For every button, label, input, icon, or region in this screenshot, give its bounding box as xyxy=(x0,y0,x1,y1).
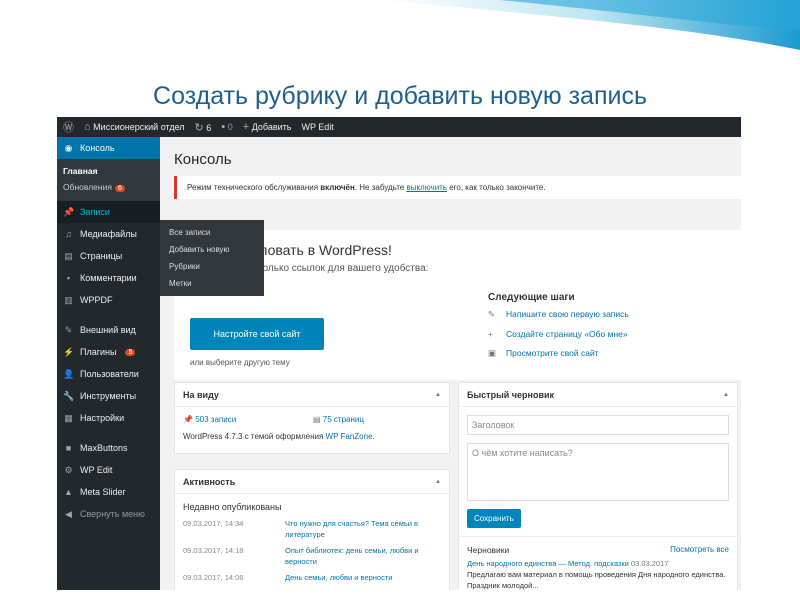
wrench-icon: 🔧 xyxy=(63,390,75,401)
submenu-add-new[interactable]: Добавить новую xyxy=(160,241,264,258)
user-icon: 👤 xyxy=(63,368,75,379)
comment-icon: ▪ xyxy=(221,121,226,133)
settings-icon: ▦ xyxy=(64,412,73,423)
sidebar-item-maxbuttons[interactable]: ■ MaxButtons xyxy=(57,437,160,459)
maxbuttons-icon: ■ xyxy=(65,443,72,453)
wordpress-screenshot: Ⓦ ⌂ Миссионерский отдел ↻ 6 ▪ 0 + Добави… xyxy=(57,117,741,590)
slider-icon: ▲ xyxy=(64,487,73,497)
pages-icon: ▤ xyxy=(64,250,73,261)
recently-published: Недавно опубликованы xyxy=(183,502,282,512)
widget-title: На виду xyxy=(183,389,219,400)
sidebar-item-appearance[interactable]: ✎ Внешний вид xyxy=(57,319,160,341)
gear-icon: ⚙ xyxy=(64,464,73,475)
brush-icon: ✎ xyxy=(64,324,73,335)
plugins-badge: 5 xyxy=(125,348,136,356)
media-icon: ♫ xyxy=(65,229,72,239)
sidebar-item-posts[interactable]: 📌 Записи xyxy=(57,201,160,223)
collapse-icon[interactable]: ▲ xyxy=(435,392,441,398)
monitor-icon: ▣ xyxy=(488,348,497,358)
sidebar-item-console[interactable]: ◉ Консоль xyxy=(57,137,160,159)
write-first-post-link[interactable]: ✎ Напишите свою первую запись xyxy=(488,309,629,320)
sidebar-item-wppdf[interactable]: ▥ WPPDF xyxy=(57,289,160,311)
post-link[interactable]: Что нужно для счастья? Тема семьи в лите… xyxy=(285,519,441,540)
posts-count-link[interactable]: 📌 503 записи xyxy=(183,415,313,424)
pages-count-link[interactable]: ▤ 75 страниц xyxy=(313,415,364,424)
admin-sidebar: ◉ Консоль Главная Обновления 6 📌 Записи ♫ Мед… xyxy=(57,137,160,590)
view-site-link[interactable]: ▣ Просмотрите свой сайт xyxy=(488,348,629,359)
sidebar-item-wp-edit[interactable]: ⚙ WP Edit xyxy=(57,459,160,481)
activity-row: 09.03.2017, 14:06 День семьи, любви и вер… xyxy=(175,570,449,587)
sidebar-item-users[interactable]: 👤 Пользователи xyxy=(57,363,160,385)
submenu-tags[interactable]: Метки xyxy=(160,275,264,292)
sidebar-sub-updates[interactable]: Обновления 6 xyxy=(57,179,160,195)
sidebar-item-collapse-menu[interactable]: ◀ Свернуть меню xyxy=(57,503,160,525)
pages-icon: ▤ xyxy=(313,415,321,424)
comments-link[interactable]: ▪ 0 xyxy=(221,121,232,133)
add-new-link[interactable]: + Добавить xyxy=(243,121,292,133)
draft-item-link[interactable]: День народного единства — Метод. подсказ… xyxy=(467,559,629,568)
pin-icon: 📌 xyxy=(63,206,75,217)
customize-site-button[interactable]: Настройте свой сайт xyxy=(190,318,324,350)
sidebar-sub-home[interactable]: Главная xyxy=(57,163,160,179)
wp-edit-link[interactable]: WP Edit xyxy=(301,122,333,132)
edit-icon: ✎ xyxy=(488,309,496,319)
create-about-page-link[interactable]: + Создайте страницу «Обо мне» xyxy=(488,329,629,339)
activity-row: 09.03.2017, 14:18 Опыт библиотек: день се… xyxy=(175,543,449,570)
theme-link[interactable]: WP FanZone xyxy=(326,432,373,441)
activity-row: 09.03.2017, 14:34 Что нужно для счастья? … xyxy=(175,516,449,543)
post-link[interactable]: День семьи, любви и верности xyxy=(285,573,441,584)
widget-title: Активность xyxy=(183,476,236,487)
collapse-icon[interactable]: ▲ xyxy=(435,479,441,485)
next-steps-title: Следующие шаги xyxy=(488,292,575,303)
draft-date: 03.03.2017 xyxy=(630,559,669,568)
plus-icon: + xyxy=(242,121,250,133)
page-title: Консоль xyxy=(174,151,232,168)
slide-title: Создать рубрику и добавить новую запись xyxy=(153,82,647,110)
comment-icon: ▪ xyxy=(66,273,71,283)
posts-submenu: Все записи Добавить новую Рубрики Метки xyxy=(160,220,264,296)
activity-widget: Активность ▲ Недавно опубликованы 09.03.2… xyxy=(174,469,450,590)
wordpress-logo-icon[interactable]: Ⓦ xyxy=(63,119,74,135)
decorative-wave xyxy=(380,0,800,50)
submenu-all-posts[interactable]: Все записи xyxy=(160,224,264,241)
pin-icon: 📌 xyxy=(183,415,193,424)
updates-link[interactable]: ↻ 6 xyxy=(195,121,212,134)
refresh-icon: ↻ xyxy=(194,121,204,134)
sidebar-item-plugins[interactable]: ⚡ Плагины 5 xyxy=(57,341,160,363)
save-draft-button[interactable]: Сохранить xyxy=(467,509,521,528)
updates-badge: 6 xyxy=(114,185,125,192)
sidebar-item-settings[interactable]: ▦ Настройки xyxy=(57,407,160,429)
plugin-icon: ⚡ xyxy=(63,346,75,357)
sidebar-item-tools[interactable]: 🔧 Инструменты xyxy=(57,385,160,407)
draft-excerpt: Предлагаю вам материал в помощь проведен… xyxy=(467,570,726,590)
next-steps: Следующие шаги ✎ Напишите свою первую зап… xyxy=(488,292,629,368)
view-all-link[interactable]: Посмотреть все xyxy=(670,545,729,555)
dashboard-icon: ◉ xyxy=(64,142,73,153)
at-a-glance-widget: На виду ▲ 📌 503 записи ▤ 75 страниц WordP… xyxy=(174,382,450,454)
home-icon: ⌂ xyxy=(84,121,91,133)
sidebar-item-comments[interactable]: ▪ Комментарии xyxy=(57,267,160,289)
plus-icon: + xyxy=(488,329,493,339)
draft-title-input[interactable]: Заголовок xyxy=(467,415,729,435)
choose-theme-link[interactable]: или выберите другую тему xyxy=(190,358,290,367)
disable-link[interactable]: выключить xyxy=(406,183,447,192)
post-link[interactable]: Опыт библиотек: день семьи, любви и верн… xyxy=(285,546,441,567)
quick-draft-widget: Быстрый черновик ▲ Заголовок О чём хотите… xyxy=(458,382,738,590)
widget-title: Быстрый черновик xyxy=(467,389,555,400)
sidebar-item-media[interactable]: ♫ Медиафайлы xyxy=(57,223,160,245)
drafts-heading: Черновики xyxy=(467,545,510,555)
site-link[interactable]: ⌂ Миссионерский отдел xyxy=(84,121,185,133)
collapse-icon: ◀ xyxy=(65,508,72,519)
main-content: Консоль Режим технического обслуживания … xyxy=(174,137,741,590)
submenu-categories[interactable]: Рубрики xyxy=(160,258,264,275)
book-icon: ▥ xyxy=(64,294,73,305)
draft-content-input[interactable]: О чём хотите написать? xyxy=(467,443,729,501)
sidebar-item-meta-slider[interactable]: ▲ Meta Slider xyxy=(57,481,160,503)
admin-bar: Ⓦ ⌂ Миссионерский отдел ↻ 6 ▪ 0 + Добави… xyxy=(57,117,741,137)
collapse-icon[interactable]: ▲ xyxy=(723,392,729,398)
maintenance-notice: Режим технического обслуживания включён.… xyxy=(174,176,741,199)
sidebar-item-pages[interactable]: ▤ Страницы xyxy=(57,245,160,267)
